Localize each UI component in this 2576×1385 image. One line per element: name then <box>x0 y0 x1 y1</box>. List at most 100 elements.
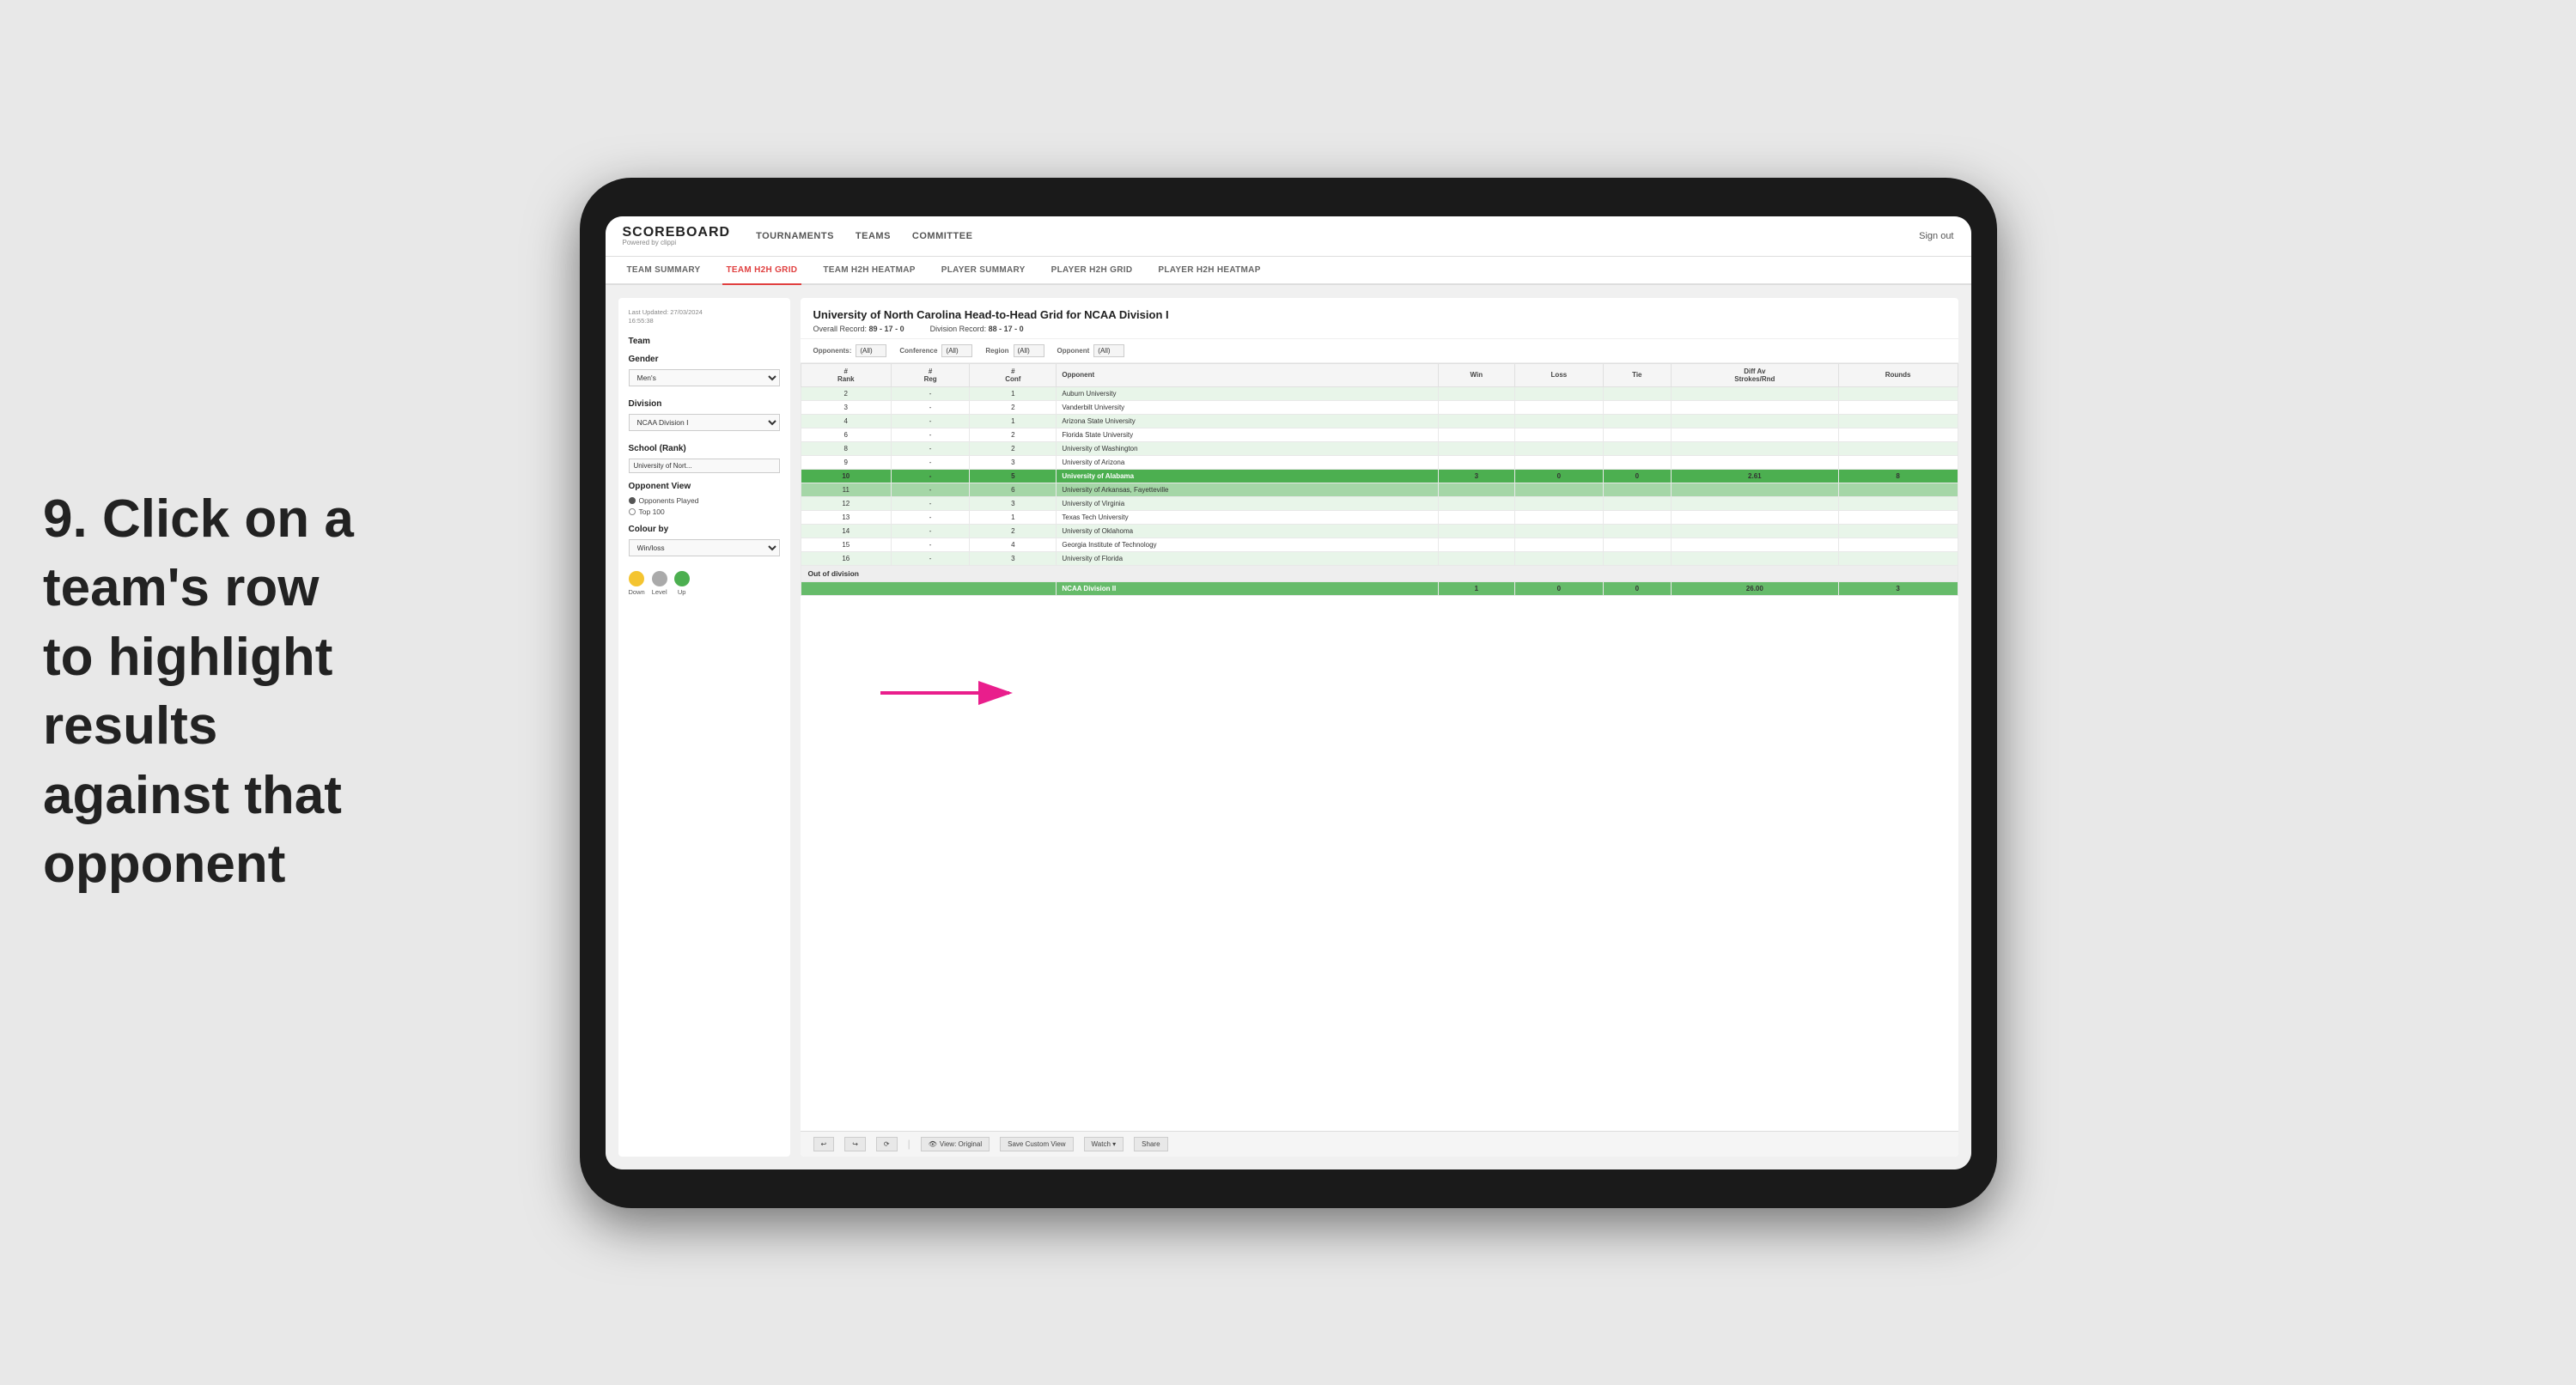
main-panel: University of North Carolina Head-to-Hea… <box>801 298 1958 1157</box>
radio-top100[interactable]: Top 100 <box>629 507 780 516</box>
table-row[interactable]: 11-6 University of Arkansas, Fayettevill… <box>801 483 1958 496</box>
tablet-device: SCOREBOARD Powered by clippi TOURNAMENTS… <box>580 178 1997 1208</box>
tab-player-h2h-heatmap[interactable]: PLAYER H2H HEATMAP <box>1154 257 1264 285</box>
up-circle <box>674 571 690 586</box>
table-row[interactable]: 2-1 Auburn University <box>801 386 1958 400</box>
legend-level: Level <box>652 571 667 596</box>
logo-area: SCOREBOARD Powered by clippi <box>623 225 731 247</box>
table-row[interactable]: 4-1 Arizona State University <box>801 414 1958 428</box>
opponent-filter-label: Opponent <box>1057 347 1090 355</box>
nav-tournaments[interactable]: TOURNAMENTS <box>756 228 834 245</box>
tab-player-summary[interactable]: PLAYER SUMMARY <box>937 257 1030 285</box>
division-label: Division <box>629 399 780 409</box>
timestamp-label: Last Updated: 27/03/2024 <box>629 308 780 318</box>
save-custom-button[interactable]: Save Custom View <box>1000 1137 1073 1151</box>
down-circle <box>629 571 644 586</box>
col-opponent: Opponent <box>1057 363 1438 386</box>
sign-out-button[interactable]: Sign out <box>1919 231 1953 241</box>
radio-opponents-played[interactable]: Opponents Played <box>629 496 780 505</box>
table-row[interactable]: 9-3 University of Arizona <box>801 455 1958 469</box>
nav-committee[interactable]: COMMITTEE <box>912 228 973 245</box>
instruction-step: 9. <box>43 489 88 549</box>
history-button[interactable]: ⟳ <box>876 1137 898 1151</box>
division-record-label: Division Record: 88 - 17 - 0 <box>930 325 1024 333</box>
tab-team-h2h-heatmap[interactable]: TEAM H2H HEATMAP <box>819 257 919 285</box>
opponent-view-label: Opponent View <box>629 482 780 491</box>
legend-down: Down <box>629 571 645 596</box>
share-button[interactable]: Share <box>1134 1137 1167 1151</box>
filter-row: Opponents: (All) Conference (All) <box>801 339 1958 363</box>
up-label: Up <box>678 588 686 596</box>
instruction-body: Click on a team's row to highlight resul… <box>43 489 354 895</box>
panel-records: Overall Record: 89 - 17 - 0 Division Rec… <box>813 325 1946 333</box>
opponent-select[interactable]: (All) <box>1093 344 1124 357</box>
section-out-of-division: Out of division <box>801 565 1958 581</box>
radio-dot-selected <box>629 497 636 504</box>
colour-dropdown[interactable]: Win/loss <box>629 539 780 556</box>
out-division-row[interactable]: NCAA Division II 1 0 0 26.00 3 <box>801 581 1958 595</box>
division-dropdown[interactable]: NCAA Division I <box>629 414 780 431</box>
legend-up: Up <box>674 571 690 596</box>
table-row[interactable]: 6-2 Florida State University <box>801 428 1958 441</box>
nav-teams[interactable]: TEAMS <box>856 228 891 245</box>
col-loss: Loss <box>1515 363 1604 386</box>
bottom-toolbar: ↩ ↪ ⟳ | 👁 View: Original Save Custom Vie… <box>801 1131 1958 1157</box>
region-label: Region <box>985 347 1008 355</box>
col-rounds: Rounds <box>1838 363 1958 386</box>
view-original-button[interactable]: 👁 View: Original <box>921 1137 990 1151</box>
separator: | <box>908 1138 910 1150</box>
sidebar-timestamp: Last Updated: 27/03/2024 16:55:38 <box>629 308 780 326</box>
table-row[interactable]: 14-2 University of Oklahoma <box>801 524 1958 538</box>
level-label: Level <box>652 588 667 596</box>
gender-label: Gender <box>629 355 780 364</box>
level-circle <box>652 571 667 586</box>
radio-dot-unselected <box>629 508 636 515</box>
tablet-screen: SCOREBOARD Powered by clippi TOURNAMENTS… <box>606 216 1971 1169</box>
nav-items: TOURNAMENTS TEAMS COMMITTEE <box>756 228 1893 245</box>
h2h-table: #Rank #Reg #Conf Opponent Win Loss Tie D… <box>801 363 1958 596</box>
table-row-selected[interactable]: 10-5 University of Alabama 3002.618 <box>801 469 1958 483</box>
col-diff: Diff AvStrokes/Rnd <box>1671 363 1838 386</box>
col-conf: #Conf <box>970 363 1057 386</box>
top-nav: SCOREBOARD Powered by clippi TOURNAMENTS… <box>606 216 1971 257</box>
table-row[interactable]: 3-2 Vanderbilt University <box>801 400 1958 414</box>
outer-container: 9. Click on a team's row to highlight re… <box>0 0 2576 1385</box>
panel-title: University of North Carolina Head-to-Hea… <box>813 308 1946 321</box>
redo-button[interactable]: ↪ <box>844 1137 866 1151</box>
col-rank: #Rank <box>801 363 892 386</box>
col-win: Win <box>1438 363 1514 386</box>
view-icon: 👁 <box>929 1140 937 1148</box>
team-label: Team <box>629 337 780 346</box>
region-select[interactable]: (All) <box>1014 344 1044 357</box>
data-table: #Rank #Reg #Conf Opponent Win Loss Tie D… <box>801 363 1958 1131</box>
table-header-row: #Rank #Reg #Conf Opponent Win Loss Tie D… <box>801 363 1958 386</box>
opponent-view-group: Opponents Played Top 100 <box>629 496 780 516</box>
conference-filter: Conference (All) <box>899 344 972 357</box>
opponents-select[interactable]: (All) <box>856 344 886 357</box>
sub-nav: TEAM SUMMARY TEAM H2H GRID TEAM H2H HEAT… <box>606 257 1971 285</box>
overall-record-label: Overall Record: 89 - 17 - 0 <box>813 325 904 333</box>
main-content: Last Updated: 27/03/2024 16:55:38 Team G… <box>606 285 1971 1169</box>
down-label: Down <box>629 588 645 596</box>
color-legend: Down Level Up <box>629 571 780 596</box>
conference-select[interactable]: (All) <box>941 344 972 357</box>
table-row[interactable]: 15-4 Georgia Institute of Technology <box>801 538 1958 551</box>
table-row[interactable]: 12-3 University of Virginia <box>801 496 1958 510</box>
school-label: School (Rank) <box>629 444 780 453</box>
opponents-filter: Opponents: (All) <box>813 344 887 357</box>
table-row[interactable]: 8-2 University of Washington <box>801 441 1958 455</box>
region-filter: Region (All) <box>985 344 1044 357</box>
undo-button[interactable]: ↩ <box>813 1137 835 1151</box>
gender-dropdown[interactable]: Men's <box>629 369 780 386</box>
tab-team-summary[interactable]: TEAM SUMMARY <box>623 257 705 285</box>
opponent-filter: Opponent (All) <box>1057 344 1125 357</box>
table-row[interactable]: 13-1 Texas Tech University <box>801 510 1958 524</box>
school-value[interactable]: University of Nort... <box>629 459 780 473</box>
watch-button[interactable]: Watch ▾ <box>1084 1137 1124 1151</box>
tab-team-h2h-grid[interactable]: TEAM H2H GRID <box>722 257 802 285</box>
tab-player-h2h-grid[interactable]: PLAYER H2H GRID <box>1047 257 1137 285</box>
col-tie: Tie <box>1603 363 1671 386</box>
table-row[interactable]: 16-3 University of Florida <box>801 551 1958 565</box>
colour-label: Colour by <box>629 525 780 534</box>
panel-header: University of North Carolina Head-to-Hea… <box>801 298 1958 339</box>
